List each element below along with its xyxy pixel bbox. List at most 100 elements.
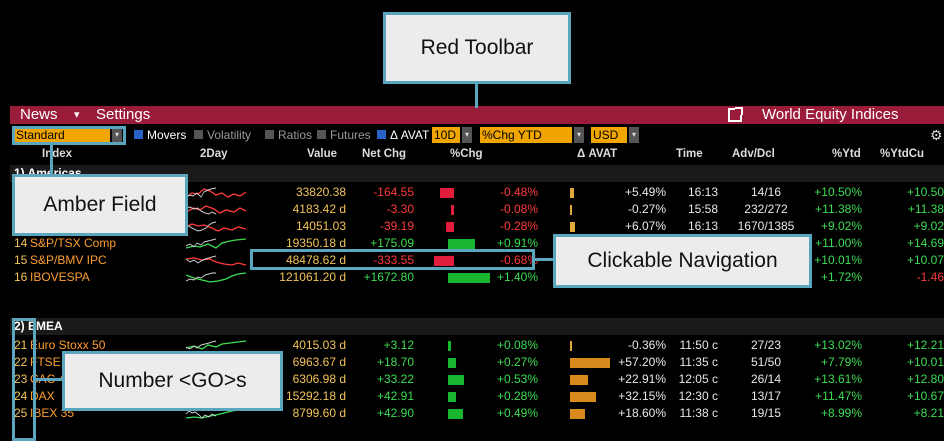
callout-amber-field: Amber Field [12, 174, 188, 236]
avat-bar [570, 409, 585, 419]
ytd-cell: +10.01% [814, 253, 862, 267]
time-cell: 11:50 c [679, 338, 718, 352]
red-toolbar: News ▾ Settings World Equity Indices [10, 106, 944, 124]
ytd-cell: +13.61% [814, 372, 862, 386]
col-ytd-cur[interactable]: %YtdCu [880, 146, 924, 163]
net-chg-cell: +18.70 [376, 355, 414, 369]
avat-bar [570, 358, 610, 368]
row-number[interactable]: 15 [14, 252, 27, 269]
ytd-cur-cell: -1.46 [916, 270, 944, 284]
col-avat[interactable]: Δ AVAT [577, 146, 617, 163]
movers-checkbox[interactable] [134, 130, 143, 139]
callout-connector [50, 145, 53, 174]
row-number[interactable]: 14 [14, 235, 27, 252]
avat-bar [570, 188, 575, 198]
time-cell: 11:35 c [679, 355, 718, 369]
index-name[interactable]: S&P/BMV IPC [30, 252, 107, 269]
col-adv-dcl[interactable]: Adv/Dcl [732, 146, 775, 163]
volatility-checkbox[interactable] [194, 130, 203, 139]
adv-dcl-cell: 19/15 [750, 406, 782, 420]
avat-checkbox[interactable] [377, 130, 386, 139]
avat-period-dropdown-icon[interactable]: ▾ [462, 127, 472, 143]
pct-chg-bar [445, 222, 454, 232]
sparkline-2day[interactable] [186, 202, 248, 217]
settings-menu[interactable]: Settings [96, 106, 150, 124]
time-cell: 11:38 c [679, 406, 718, 420]
col-pct-chg[interactable]: %Chg [450, 146, 483, 163]
ratios-label: Ratios [278, 128, 313, 142]
callout-connector [475, 84, 478, 108]
ratios-checkbox[interactable] [265, 130, 274, 139]
sparkline-2day[interactable] [186, 236, 248, 251]
pct-chg-bar [448, 341, 451, 351]
options-row: Standard ▾ Movers Volatility Ratios Futu… [10, 126, 944, 144]
adv-dcl-cell: 14/16 [750, 185, 782, 199]
col-value[interactable]: Value [307, 146, 337, 163]
ytd-cell: +8.99% [820, 406, 862, 420]
pct-chg-cell: +0.08% [496, 338, 538, 352]
ytd-cell: +10.50% [814, 185, 862, 199]
net-chg-cell: +33.22 [376, 372, 414, 386]
external-window-icon[interactable] [728, 107, 743, 122]
currency-dropdown-icon[interactable]: ▾ [629, 127, 639, 143]
value-cell[interactable]: 14051.03 [250, 218, 346, 235]
chg-ytd-field[interactable]: %Chg YTD [480, 127, 572, 143]
avat-label: Δ AVAT [390, 128, 430, 142]
ytd-cur-cell: +10.01 [906, 355, 944, 369]
index-name[interactable]: S&P/TSX Comp [30, 235, 116, 252]
callout-clickable-navigation: Clickable Navigation [553, 234, 812, 288]
ytd-cell: +11.38% [815, 202, 862, 216]
ytd-cur-cell: +8.21 [913, 406, 944, 420]
index-name[interactable]: IBOVESPA [30, 269, 90, 286]
pct-chg-bar [448, 273, 490, 283]
ytd-cell: +7.79% [820, 355, 862, 369]
col-2day[interactable]: 2Day [200, 146, 228, 163]
net-chg-cell: +42.90 [376, 406, 414, 420]
net-chg-cell: +3.12 [383, 338, 414, 352]
ytd-cur-cell: +10.67 [906, 389, 944, 403]
avat-cell: -0.27% [627, 202, 666, 216]
avat-cell: +18.60% [618, 406, 666, 420]
value-cell[interactable]: 33820.38 [250, 184, 346, 201]
pct-chg-bar [448, 392, 457, 402]
futures-checkbox[interactable] [317, 130, 326, 139]
avat-cell: +6.07% [624, 219, 666, 233]
col-index[interactable]: Index [42, 146, 72, 163]
column-header-row: Index 2Day Value Net Chg %Chg Δ AVAT Tim… [10, 146, 944, 163]
avat-cell: +32.15% [618, 389, 666, 403]
col-time[interactable]: Time [676, 146, 703, 163]
pct-chg-bar [448, 358, 457, 368]
adv-dcl-cell: 51/50 [750, 355, 782, 369]
col-net-chg[interactable]: Net Chg [362, 146, 406, 163]
news-dropdown-icon[interactable]: ▾ [74, 106, 80, 124]
avat-period-field[interactable]: 10D [432, 127, 460, 143]
adv-dcl-cell: 13/17 [750, 389, 782, 403]
value-cell[interactable]: 4183.42 d [250, 201, 346, 218]
adv-dcl-cell: 27/23 [750, 338, 782, 352]
ytd-cur-cell: +14.69 [906, 236, 944, 250]
ytd-cur-cell: +9.02 [913, 219, 944, 233]
sparkline-2day[interactable] [186, 253, 248, 268]
sparkline-2day[interactable] [186, 185, 248, 200]
ytd-cur-cell: +10.07 [906, 253, 944, 267]
chg-ytd-dropdown-icon[interactable]: ▾ [574, 127, 584, 143]
row-number[interactable]: 16 [14, 269, 27, 286]
pct-chg-cell: -0.28% [499, 219, 538, 233]
avat-bar [570, 222, 575, 232]
settings-gear-icon[interactable]: ⚙ [930, 126, 943, 144]
ytd-cell: +1.72% [820, 270, 862, 284]
col-ytd[interactable]: %Ytd [832, 146, 861, 163]
sparkline-2day[interactable] [186, 219, 248, 234]
section-header-emea[interactable]: 2) EMEA [10, 318, 944, 335]
avat-bar [570, 375, 589, 385]
currency-field[interactable]: USD [591, 127, 627, 143]
pct-chg-cell: +0.28% [496, 389, 538, 403]
volatility-label: Volatility [207, 128, 252, 142]
news-menu[interactable]: News [20, 106, 58, 124]
net-chg-cell: -3.30 [386, 202, 414, 216]
value-cell[interactable]: 121061.20 d [250, 269, 346, 286]
highlight-clickable-row [250, 249, 535, 270]
pct-chg-cell: +0.27% [496, 355, 538, 369]
sparkline-2day[interactable] [186, 270, 248, 285]
adv-dcl-cell: 1670/1385 [737, 219, 795, 233]
